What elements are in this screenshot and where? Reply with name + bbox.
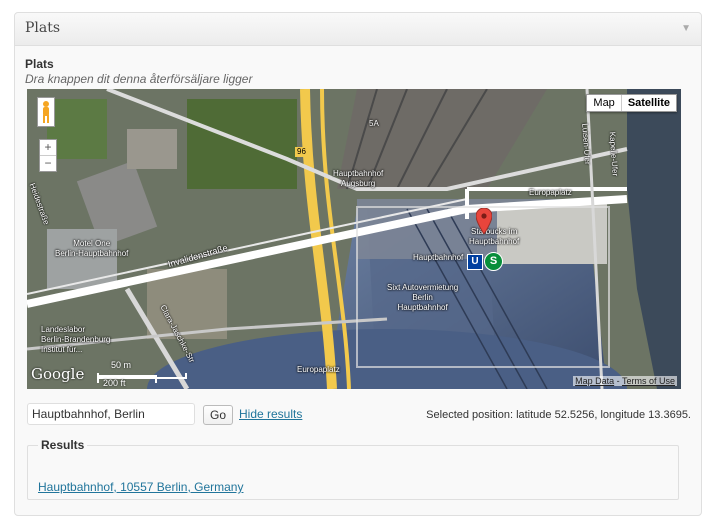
scale-label-m: 50 m	[111, 360, 132, 370]
footer-separator: -	[614, 376, 622, 386]
field-description: Dra knappen dit denna återförsäljare lig…	[25, 72, 253, 86]
map-type-satellite-button[interactable]: Satellite	[620, 95, 676, 111]
sbahn-icon: S	[484, 252, 503, 271]
map-label-europaplatz: Europaplatz	[529, 188, 572, 197]
zoom-control: + −	[39, 139, 57, 172]
go-button[interactable]: Go	[203, 405, 234, 425]
map-data-link[interactable]: Map Data	[575, 376, 614, 386]
map-type-map-button[interactable]: Map	[587, 95, 621, 111]
google-logo: Google	[31, 365, 85, 383]
search-row: Go Hide results Selected position: latit…	[27, 403, 691, 427]
selected-position-text: Selected position: latitude 52.5256, lon…	[426, 409, 691, 421]
postbox-title: Plats	[25, 20, 61, 36]
map-label-hauptbahnhof: Hauptbahnhof	[413, 253, 464, 262]
results-legend: Results	[41, 438, 85, 452]
results-fieldset: Results Hauptbahnhof, 10557 Berlin, Germ…	[27, 438, 679, 500]
triangle-down-icon[interactable]: ▼	[681, 23, 691, 34]
map-label-europaplatz-bottom: Europaplatz	[297, 365, 340, 374]
postbox-header[interactable]: Plats ▼	[15, 13, 701, 46]
street-view-pegman-icon[interactable]	[37, 97, 55, 127]
result-item-link[interactable]: Hauptbahnhof, 10557 Berlin, Germany	[38, 480, 243, 494]
map-label-5a: 5A	[369, 119, 379, 128]
map-type-control: Map Satellite	[586, 94, 677, 112]
map-footer: Map Data - Terms of Use	[573, 376, 677, 386]
zoom-out-button[interactable]: −	[40, 155, 56, 171]
scale-label-ft: 200 ft	[103, 378, 126, 388]
map-label-landeslabor: Landeslabor Berlin-Brandenburg Institut …	[41, 325, 111, 354]
address-search-input[interactable]	[27, 403, 195, 425]
hide-results-link[interactable]: Hide results	[239, 407, 302, 421]
map-label-sixt: Sixt Autovermietung Berlin Hauptbahnhof	[387, 283, 459, 312]
zoom-in-button[interactable]: +	[40, 140, 56, 155]
map-canvas[interactable]: 96 5A Hauptbahnhof Augsburg Europaplatz …	[27, 89, 681, 389]
map-label-motel-one: Motel One Berlin-Hauptbahnhof	[55, 239, 129, 258]
ubahn-icon: U	[467, 254, 483, 270]
map-label-road-96: 96	[295, 147, 308, 157]
field-label: Plats	[25, 57, 54, 71]
map-label-hauptbahnhof-augsburg: Hauptbahnhof Augsburg	[333, 169, 384, 188]
terms-of-use-link[interactable]: Terms of Use	[622, 376, 675, 386]
location-postbox: Plats ▼ Plats Dra knappen dit denna åter…	[14, 12, 702, 516]
